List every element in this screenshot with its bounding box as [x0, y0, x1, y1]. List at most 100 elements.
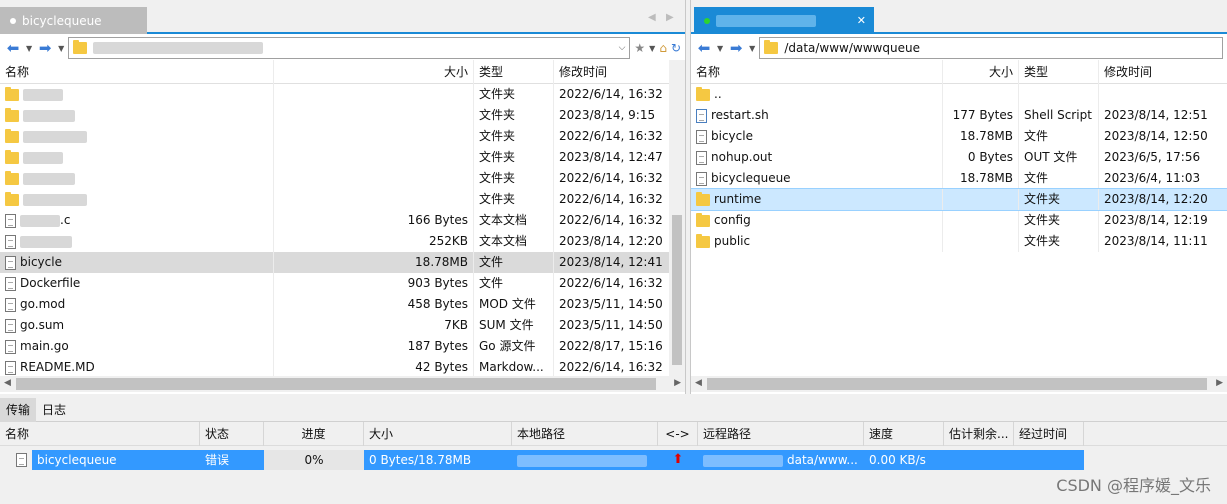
column-header-name[interactable]: 名称	[691, 60, 943, 84]
column-header-direction[interactable]: <->	[658, 421, 698, 446]
back-arrow-icon[interactable]: ⬅	[695, 39, 713, 57]
file-name: go.mod	[0, 294, 274, 315]
file-type: 文件夹	[474, 147, 554, 168]
tab-label: bicyclequeue	[22, 13, 102, 28]
home-icon[interactable]: ⌂	[659, 41, 667, 55]
path-dropdown-icon[interactable]: ⌵	[619, 43, 626, 53]
file-modified: 2023/6/4, 11:03	[1104, 171, 1201, 185]
back-dropdown-icon[interactable]: ▼	[26, 44, 32, 53]
forward-dropdown-icon[interactable]: ▼	[749, 44, 755, 53]
column-header-name[interactable]: 名称	[0, 60, 274, 84]
file-row[interactable]: 文件夹 2023/8/14, 9:15	[0, 105, 685, 126]
bookmark-star-icon[interactable]: ★	[634, 41, 645, 55]
scroll-left-icon[interactable]: ◀	[4, 378, 11, 388]
file-row[interactable]: go.mod 458 Bytes MOD 文件 2023/5/11, 14:50	[0, 294, 685, 315]
column-header-modified[interactable]: 修改时间	[554, 60, 670, 84]
file-size: 18.78MB	[943, 126, 1019, 147]
forward-dropdown-icon[interactable]: ▼	[58, 44, 64, 53]
column-header-speed[interactable]: 速度	[864, 421, 944, 446]
local-path-input[interactable]: ⌵	[68, 37, 631, 59]
column-header-size[interactable]: 大小	[364, 421, 512, 446]
redacted-name	[23, 130, 87, 143]
scrollbar-thumb[interactable]	[16, 378, 656, 390]
column-header-remote-path[interactable]: 远程路径	[698, 421, 864, 446]
file-row[interactable]: public 文件夹 2023/8/14, 11:11	[691, 231, 1227, 252]
column-header-modified[interactable]: 修改时间	[1099, 60, 1227, 84]
scroll-right-icon[interactable]: ▶	[1216, 378, 1223, 388]
file-row[interactable]: bicyclequeue 18.78MB 文件 2023/6/4, 11:03	[691, 168, 1227, 189]
scrollbar-thumb[interactable]	[707, 378, 1207, 390]
file-row[interactable]: nohup.out 0 Bytes OUT 文件 2023/6/5, 17:56	[691, 147, 1227, 168]
column-header-elapsed[interactable]: 经过时间	[1014, 421, 1084, 446]
column-header-eta[interactable]: 估计剩余...	[944, 421, 1014, 446]
column-header-size[interactable]: 大小	[274, 60, 474, 84]
file-row[interactable]: config 文件夹 2023/8/14, 12:19	[691, 210, 1227, 231]
scroll-left-icon[interactable]: ◀	[695, 378, 702, 388]
file-row[interactable]: restart.sh 177 Bytes Shell Script 2023/8/14…	[691, 105, 1227, 126]
file-row[interactable]: 文件夹 2022/6/14, 16:32	[0, 189, 685, 210]
file-row[interactable]: README.MD 42 Bytes Markdow... 2022/6/14, 16…	[0, 357, 685, 376]
file-row[interactable]: ..	[691, 84, 1227, 105]
file-name	[0, 231, 274, 252]
folder-icon	[696, 212, 710, 227]
file-row[interactable]: 文件夹 2022/6/14, 16:32	[0, 168, 685, 189]
transfer-eta	[944, 450, 1014, 470]
folder-icon	[73, 40, 88, 54]
column-header-name[interactable]: 名称	[0, 421, 200, 446]
file-name: public	[691, 231, 943, 252]
remote-path-input[interactable]: /data/www/wwwqueue	[759, 37, 1223, 59]
local-horizontal-scrollbar[interactable]: ◀ ▶	[0, 376, 685, 392]
column-header-progress[interactable]: 进度	[264, 421, 364, 446]
scroll-right-icon[interactable]: ▶	[674, 378, 681, 388]
file-row[interactable]: runtime 文件夹 2023/8/14, 12:20	[691, 188, 1227, 211]
file-type: 文件	[1019, 168, 1099, 189]
column-header-type[interactable]: 类型	[1019, 60, 1099, 84]
file-row[interactable]: Dockerfile 903 Bytes 文件 2022/6/14, 16:32	[0, 273, 685, 294]
document-icon	[696, 129, 707, 144]
file-type: 文件	[474, 273, 554, 294]
column-header-local-path[interactable]: 本地路径	[512, 421, 658, 446]
file-size: 18.78MB	[943, 168, 1019, 189]
file-row[interactable]: 252KB 文本文档 2023/8/14, 12:20	[0, 231, 685, 252]
file-row[interactable]: main.go 187 Bytes Go 源文件 2022/8/17, 15:16	[0, 336, 685, 357]
file-row[interactable]: go.sum 7KB SUM 文件 2023/5/11, 14:50	[0, 315, 685, 336]
tab-scroll-left-icon[interactable]: ◀	[648, 12, 656, 23]
column-header-type[interactable]: 类型	[474, 60, 554, 84]
file-row[interactable]: 文件夹 2022/6/14, 16:32	[0, 126, 685, 147]
file-size	[943, 210, 1019, 231]
scrollbar-thumb[interactable]	[672, 215, 682, 365]
file-row[interactable]: 文件夹 2022/6/14, 16:32	[0, 84, 685, 105]
bookmark-dropdown-icon[interactable]: ▼	[649, 44, 655, 53]
file-row[interactable]: bicycle 18.78MB 文件 2023/8/14, 12:41	[0, 252, 685, 273]
transfer-size: 0 Bytes/18.78MB	[369, 453, 472, 467]
column-header-status[interactable]: 状态	[200, 421, 264, 446]
file-row[interactable]: .c 166 Bytes 文本文档 2022/6/14, 16:32	[0, 210, 685, 231]
remote-horizontal-scrollbar[interactable]: ◀ ▶	[691, 376, 1227, 392]
local-vertical-scrollbar[interactable]	[669, 60, 685, 376]
close-tab-icon[interactable]: ✕	[857, 14, 866, 27]
back-arrow-icon[interactable]: ⬅	[4, 39, 22, 57]
file-name	[0, 168, 274, 189]
tab-scroll-right-icon[interactable]: ▶	[666, 12, 674, 23]
document-icon	[5, 297, 16, 312]
transfer-elapsed	[1014, 450, 1084, 470]
file-modified	[1099, 84, 1227, 105]
tab-transfer[interactable]: 传输	[0, 397, 37, 422]
file-row[interactable]: 文件夹 2023/8/14, 12:47	[0, 147, 685, 168]
column-header-size[interactable]: 大小	[943, 60, 1019, 84]
forward-arrow-icon[interactable]: ➡	[727, 39, 745, 57]
forward-arrow-icon[interactable]: ➡	[36, 39, 54, 57]
folder-icon	[5, 128, 19, 143]
back-dropdown-icon[interactable]: ▼	[717, 44, 723, 53]
tab-log[interactable]: 日志	[36, 398, 72, 422]
file-size	[943, 189, 1019, 210]
refresh-icon[interactable]: ↻	[671, 41, 681, 55]
transfer-row[interactable]: bicyclequeue 错误 0% 0 Bytes/18.78MB ⬆ dat…	[32, 450, 1084, 470]
transfer-remote-path: data/www...	[698, 450, 864, 470]
remote-path-bar: ⬅ ▼ ➡ ▼ /data/www/wwwqueue	[691, 36, 1227, 60]
file-size: 42 Bytes	[274, 357, 474, 376]
file-modified: 2023/8/14, 11:11	[1104, 234, 1208, 248]
tab-remote-session[interactable]: ✕	[694, 7, 874, 34]
file-row[interactable]: bicycle 18.78MB 文件 2023/8/14, 12:50	[691, 126, 1227, 147]
tab-local-bicyclequeue[interactable]: bicyclequeue	[0, 7, 147, 34]
